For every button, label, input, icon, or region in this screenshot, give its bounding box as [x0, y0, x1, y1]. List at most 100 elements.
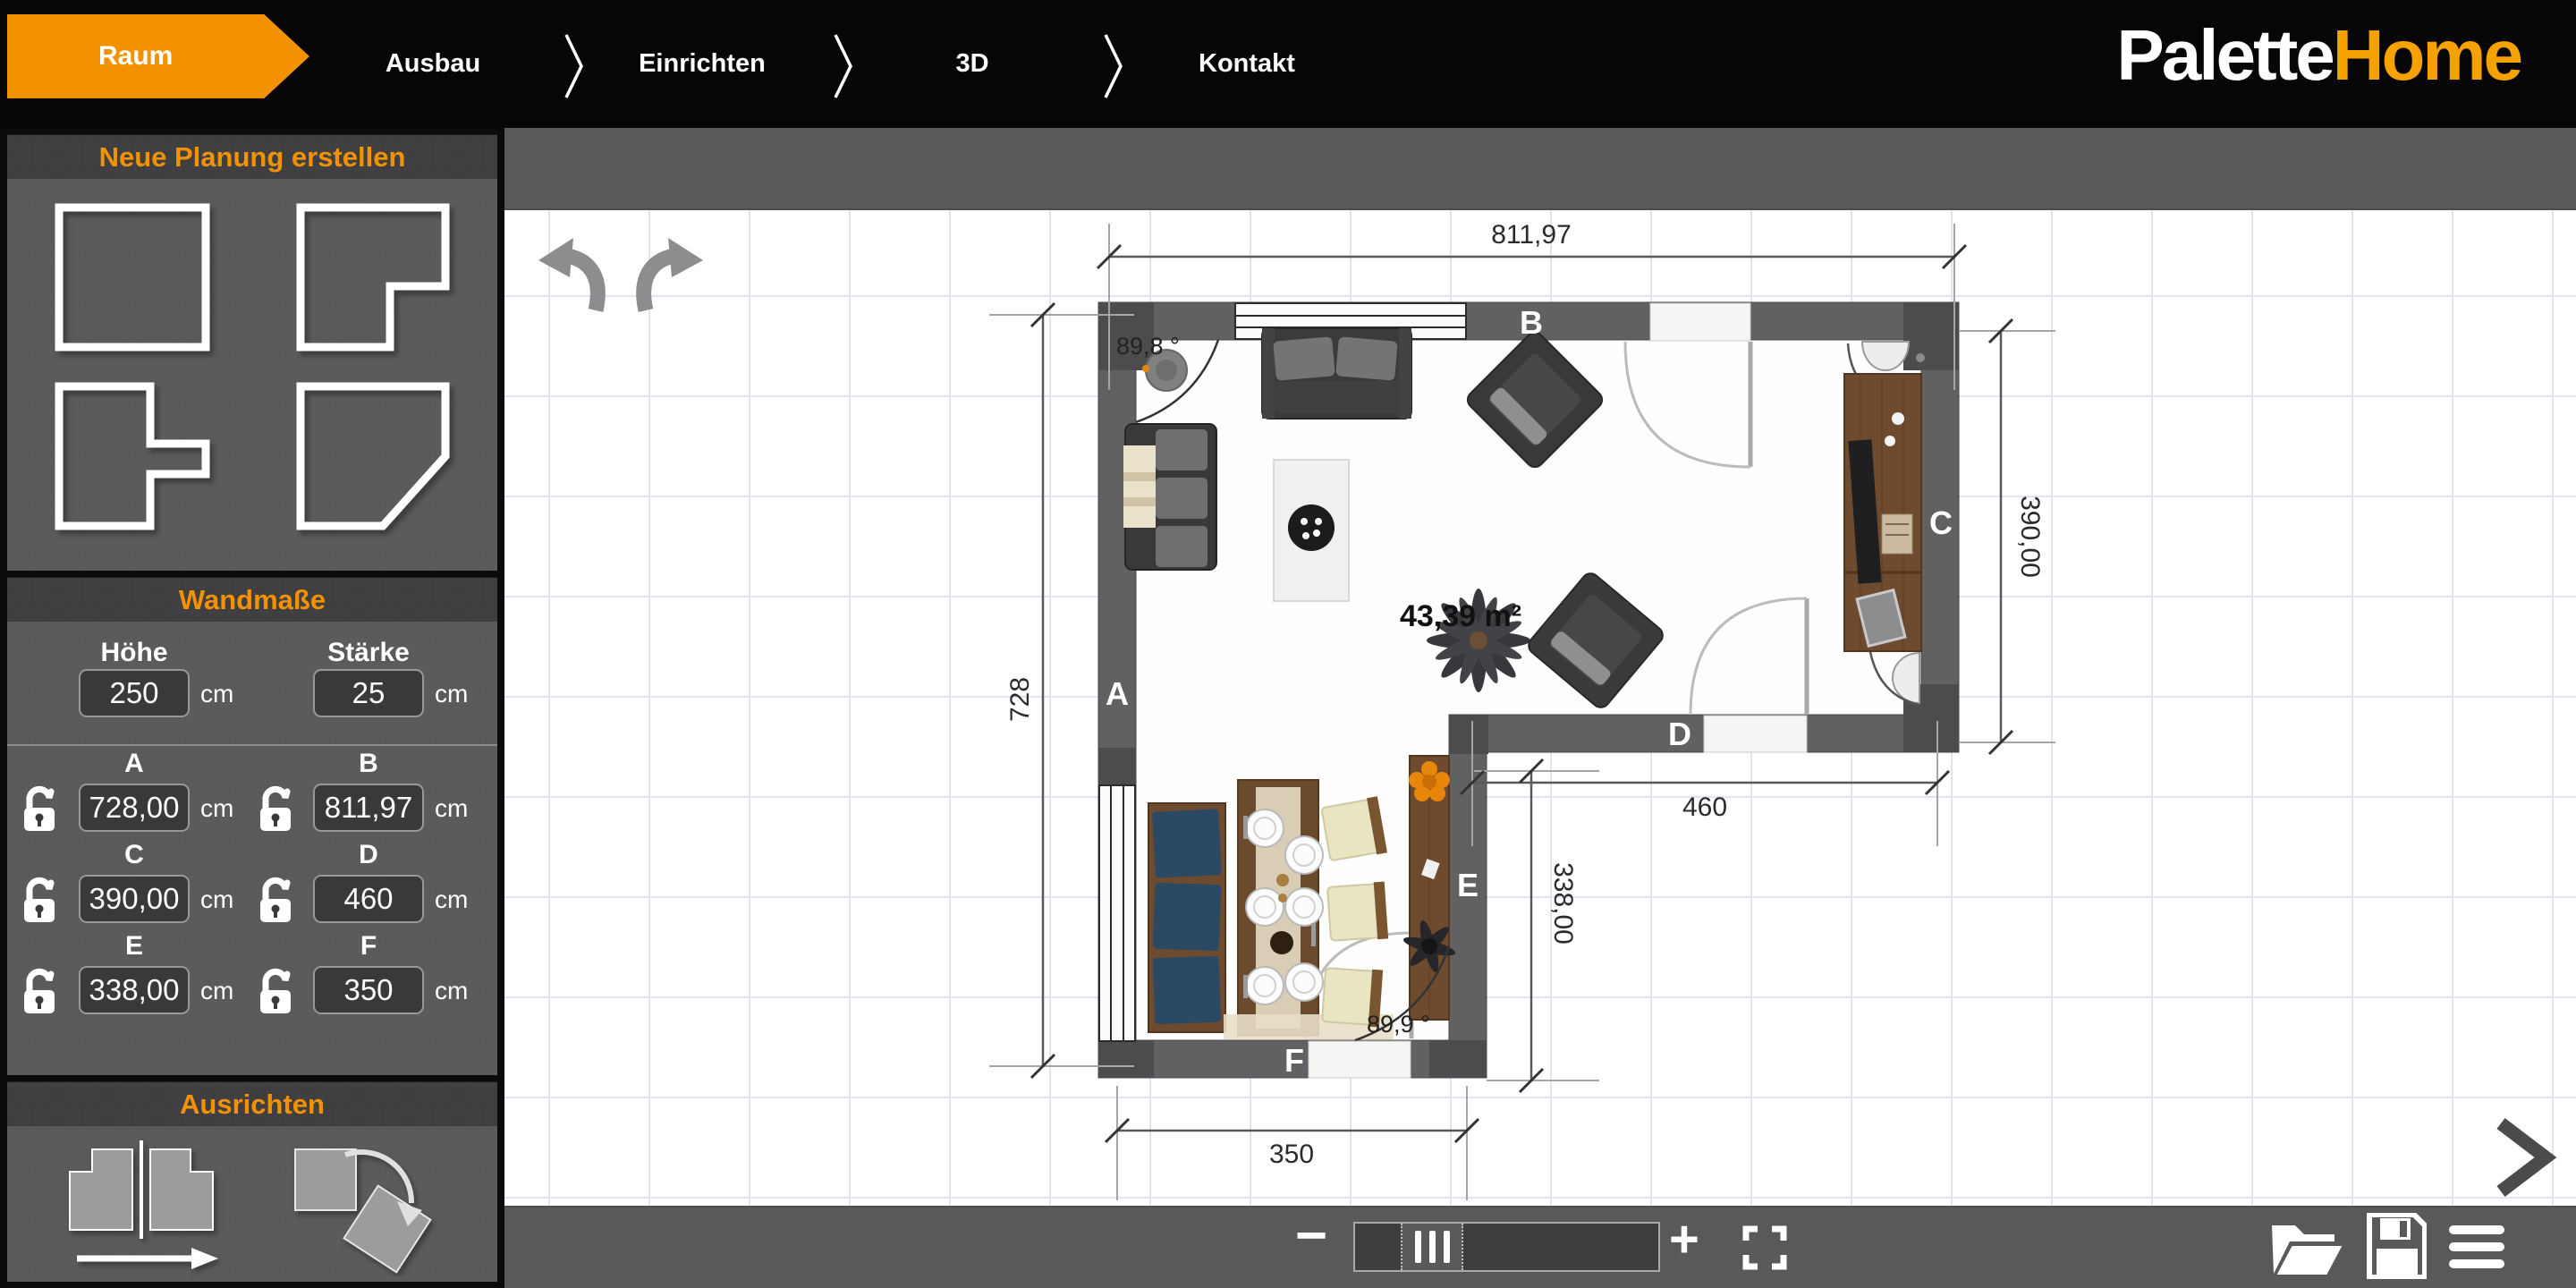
- height-unit: cm: [200, 680, 233, 708]
- room-area-label: 43,39 m²: [1400, 599, 1521, 633]
- wall-e-input[interactable]: [79, 966, 190, 1014]
- wall-e-unit: cm: [200, 977, 233, 1005]
- wall-b-unit: cm: [435, 794, 468, 823]
- chair-1[interactable]: [1321, 796, 1387, 862]
- left-sidebar: Neue Planung erstellen Wandmaße Höhe cm …: [0, 128, 504, 1288]
- sideboard-tv[interactable]: [1844, 374, 1921, 651]
- sofa-three-seat[interactable]: [1123, 424, 1216, 570]
- wall-label-b: B: [1520, 304, 1543, 341]
- redo-icon[interactable]: [644, 238, 703, 310]
- nav-tab-3d[interactable]: 3D: [955, 0, 988, 128]
- wall-d-unit: cm: [435, 886, 468, 914]
- next-chevron-icon[interactable]: [2501, 1123, 2546, 1191]
- rug-white[interactable]: [1274, 460, 1349, 601]
- room-shape-picker: [7, 179, 497, 571]
- section-title-new-plan: Neue Planung erstellen: [7, 134, 497, 181]
- align-body: [7, 1126, 497, 1282]
- mirror-tool-button[interactable]: [43, 1133, 249, 1276]
- thickness-label: Stärke: [313, 638, 424, 668]
- zoom-in-button[interactable]: +: [1669, 1209, 1699, 1269]
- nav-tab-kontakt[interactable]: Kontakt: [1199, 0, 1295, 128]
- lock-icon[interactable]: [258, 784, 293, 833]
- room-shape-pentagon-button[interactable]: [301, 386, 445, 526]
- wall-label-e: E: [1457, 867, 1479, 903]
- thickness-unit: cm: [435, 680, 468, 708]
- logo-palette: Palette: [2116, 15, 2332, 95]
- wall-label-f: F: [1284, 1042, 1304, 1079]
- nav-separator-chevron-icon: [564, 32, 587, 100]
- open-folder-icon[interactable]: [2268, 1216, 2345, 1279]
- lock-icon[interactable]: [258, 967, 293, 1015]
- wall-e-label: E: [79, 931, 190, 962]
- dim-inner-e: 338,00: [1548, 862, 1578, 945]
- wall-b-label: B: [313, 749, 424, 779]
- wall-c-unit: cm: [200, 886, 233, 914]
- app-logo: PaletteHome: [2116, 14, 2521, 97]
- angle-top-left: 89,8 °: [1116, 333, 1180, 360]
- zoom-slider-handle[interactable]: [1401, 1224, 1463, 1270]
- wall-c-label: C: [79, 840, 190, 870]
- section-title-align: Ausrichten: [7, 1081, 497, 1128]
- top-nav-bar: Raum Ausbau Einrichten 3D Kontakt Palett…: [0, 0, 2576, 128]
- dim-top: 811,97: [1491, 220, 1572, 250]
- dim-right: 390,00: [2015, 496, 2045, 578]
- door-opening-bottom[interactable]: [1309, 1041, 1411, 1078]
- nav-tab-einrichten[interactable]: Einrichten: [639, 0, 766, 128]
- height-label: Höhe: [79, 638, 190, 668]
- wall-b-input[interactable]: [313, 784, 424, 832]
- logo-home: Home: [2333, 15, 2521, 95]
- wall-a-unit: cm: [200, 794, 233, 823]
- wall-a-input[interactable]: [79, 784, 190, 832]
- dim-left: 728: [1005, 677, 1035, 722]
- save-floppy-icon[interactable]: [2364, 1213, 2427, 1279]
- slider-grip-icon: [1444, 1231, 1450, 1263]
- zoom-slider[interactable]: [1353, 1222, 1660, 1272]
- dim-bottom: 350: [1269, 1140, 1314, 1169]
- angle-bottom-right: 89,9 °: [1367, 1011, 1430, 1038]
- wall-label-c: C: [1929, 504, 1953, 541]
- lock-icon[interactable]: [258, 876, 293, 924]
- nav-tab-raum[interactable]: Raum: [7, 14, 309, 98]
- palette-home-app: 811,97 728 390,00 460 338,00 350 89,8 ° …: [0, 0, 2576, 1288]
- zoom-out-button[interactable]: −: [1295, 1204, 1327, 1267]
- lock-icon[interactable]: [21, 784, 57, 833]
- slider-grip-icon: [1415, 1231, 1421, 1263]
- nav-separator-chevron-icon: [1103, 32, 1126, 100]
- room-shape-l-button[interactable]: [301, 208, 445, 347]
- wall-d-input[interactable]: [313, 875, 424, 923]
- nav-separator-chevron-icon: [833, 32, 856, 100]
- door-opening-top[interactable]: [1650, 303, 1750, 341]
- height-input[interactable]: [79, 669, 190, 717]
- thickness-input[interactable]: [313, 669, 424, 717]
- chair-2[interactable]: [1327, 882, 1388, 943]
- cabinet-tall[interactable]: [1402, 756, 1457, 1020]
- bottom-toolbar: − +: [501, 1206, 2576, 1288]
- window-left[interactable]: [1099, 785, 1135, 1041]
- wall-f-input[interactable]: [313, 966, 424, 1014]
- slider-grip-icon: [1429, 1231, 1436, 1263]
- lock-icon[interactable]: [21, 876, 57, 924]
- new-plan-body: [7, 179, 497, 571]
- nav-tab-raum-label: Raum: [7, 14, 264, 98]
- wall-c-input[interactable]: [79, 875, 190, 923]
- divider: [7, 744, 497, 746]
- wall-dims-body: Höhe cm Stärke cm A B cm cm C D cm cm E: [7, 622, 497, 1075]
- room-shape-square-button[interactable]: [59, 208, 206, 347]
- rotate-tool-button[interactable]: [275, 1133, 472, 1276]
- wall-d-label: D: [313, 840, 424, 870]
- section-title-wall-dims: Wandmaße: [7, 577, 497, 623]
- fullscreen-icon[interactable]: [1742, 1225, 1787, 1270]
- wall-f-label: F: [313, 931, 424, 962]
- room-shape-t-button[interactable]: [59, 386, 206, 526]
- lock-icon[interactable]: [21, 967, 57, 1015]
- bench-dining[interactable]: [1148, 803, 1225, 1032]
- dim-inner-d: 460: [1682, 792, 1727, 822]
- wall-label-d: D: [1668, 716, 1691, 752]
- wall-a-label: A: [79, 749, 190, 779]
- nav-tab-ausbau[interactable]: Ausbau: [386, 0, 480, 128]
- door-opening-middle[interactable]: [1704, 716, 1807, 752]
- sofa-two-seat[interactable]: [1262, 328, 1411, 419]
- undo-icon[interactable]: [538, 238, 597, 310]
- wall-label-a: A: [1106, 675, 1129, 712]
- wall-f-unit: cm: [435, 977, 468, 1005]
